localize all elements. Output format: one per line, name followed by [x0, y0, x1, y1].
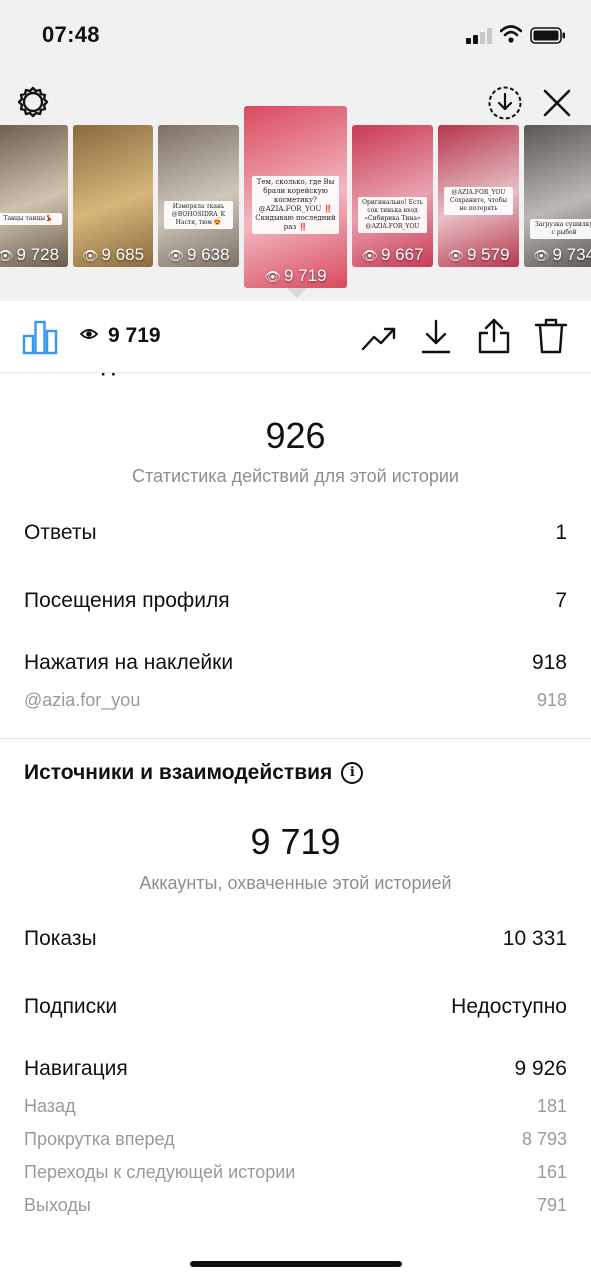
stat-subrow-sticker-account: @azia.for_you 918	[24, 690, 567, 711]
story-thumbnail[interactable]: Измеряла ткань @BOHOSIDRA_K Настя, тюм 😍…	[158, 125, 239, 267]
stat-label: Нажатия на наклейки	[24, 651, 234, 674]
stat-value: 918	[531, 651, 567, 674]
stat-value: 7	[555, 589, 567, 612]
story-thumbnail[interactable]: Оригинально! Есть сок тинька вход «Сибир…	[352, 125, 433, 267]
insights-toolbar: 9 719	[0, 301, 591, 373]
nav-subrow-exits: Выходы 791	[24, 1195, 567, 1216]
story-view-count: 👁 9 638	[167, 245, 230, 264]
story-sticker-text: @AZIA.FOR_YOU Сохраните, чтобы не потеря…	[444, 187, 513, 215]
discovery-total: 9 719	[250, 821, 341, 862]
story-thumbnail[interactable]: Загрузка сушилку с рыбой 👁 9 734	[524, 125, 591, 267]
stat-label: Посещения профиля	[24, 589, 230, 612]
stat-label: Навигация	[24, 1057, 128, 1080]
story-thumbnail[interactable]: @AZIA.FOR_YOU Сохраните, чтобы не потеря…	[438, 125, 519, 267]
stat-label: Ответы	[24, 521, 97, 544]
story-thumbnail-strip[interactable]: Танцы танцы💃 👁 9 728 👁 9 685 Измеряла ткан…	[0, 100, 591, 300]
stat-value: 9 926	[514, 1057, 567, 1080]
stat-value: Недоступно	[451, 995, 567, 1018]
eye-icon: 👁	[361, 248, 378, 263]
wifi-icon	[500, 25, 522, 43]
home-indicator[interactable]	[190, 1261, 402, 1267]
insights-panel[interactable]: Взаимодействия 9 719	[0, 301, 591, 1280]
info-icon[interactable]: i	[341, 762, 364, 784]
story-thumbnail[interactable]: 👁 9 685	[73, 125, 153, 267]
selected-story-pointer	[287, 288, 307, 298]
share-icon[interactable]	[477, 317, 511, 355]
stat-row-impressions: Показы 10 331	[24, 927, 567, 951]
cellular-signal-icon	[466, 28, 492, 44]
eye-icon: 👁	[264, 269, 281, 284]
status-bar: 07:48	[0, 0, 591, 70]
story-view-count: 👁 9 667	[361, 245, 424, 264]
story-sticker-text: Измеряла ткань @BOHOSIDRA_K Настя, тюм 😍	[164, 201, 233, 229]
stat-value: 8 793	[521, 1129, 567, 1149]
download-icon[interactable]	[420, 319, 452, 355]
stat-label: @azia.for_you	[24, 690, 141, 710]
bar-chart-icon[interactable]	[22, 319, 58, 355]
story-view-count: 👁 9 579	[447, 245, 510, 264]
stat-label: Показы	[24, 927, 97, 950]
stat-value: 791	[536, 1195, 567, 1215]
battery-icon	[530, 27, 565, 44]
eye-icon: 👁	[167, 248, 184, 263]
section-divider	[0, 738, 591, 739]
story-view-count: 👁 9 734	[532, 245, 591, 264]
stat-value: 10 331	[502, 927, 567, 950]
eye-icon: 👁	[81, 248, 99, 263]
discovery-heading: Источники и взаимодействия i	[24, 761, 364, 785]
interactions-caption: Статистика действий для этой истории	[132, 466, 459, 486]
stat-label: Переходы к следующей истории	[24, 1162, 296, 1182]
interactions-total: 926	[265, 415, 326, 456]
eye-icon: 👁	[0, 248, 14, 263]
eye-icon: 👁	[532, 248, 550, 263]
status-time: 07:48	[42, 22, 100, 47]
story-view-count: 👁 9 728	[0, 245, 68, 265]
nav-subrow-next-story: Переходы к следующей истории 161	[24, 1162, 567, 1183]
story-thumbnail-selected[interactable]: Тем, сколько, где Вы брали корейскую кос…	[244, 106, 347, 288]
eye-icon	[80, 329, 98, 339]
stat-value: 918	[536, 690, 567, 710]
stat-row-replies: Ответы 1	[24, 521, 567, 545]
stat-label: Прокрутка вперед	[24, 1129, 175, 1149]
eye-icon: 👁	[447, 248, 464, 263]
stat-label: Подписки	[24, 995, 118, 1018]
discovery-heading-text: Источники и взаимодействия	[24, 761, 333, 784]
stat-row-navigation: Навигация 9 926	[24, 1057, 567, 1081]
story-thumbnail[interactable]: Танцы танцы💃 👁 9 728	[0, 125, 68, 267]
stat-label: Назад	[24, 1096, 76, 1116]
toolbar-view-count: 9 719	[108, 324, 161, 347]
nav-subrow-forward: Прокрутка вперед 8 793	[24, 1129, 567, 1150]
stat-row-profile-visits: Посещения профиля 7	[24, 589, 567, 613]
stat-value: 161	[536, 1162, 567, 1182]
trending-icon[interactable]	[361, 323, 397, 353]
stat-row-sticker-taps: Нажатия на наклейки 918	[24, 651, 567, 675]
stat-label: Выходы	[24, 1195, 91, 1215]
stat-value: 1	[555, 521, 567, 544]
story-sticker-text: Загрузка сушилку с рыбой	[530, 219, 591, 239]
story-sticker-text: Тем, сколько, где Вы брали корейскую кос…	[252, 176, 339, 234]
story-sticker-text: Оригинально! Есть сок тинька вход «Сибир…	[358, 197, 427, 233]
story-sticker-text: Танцы танцы💃	[0, 213, 62, 225]
trash-icon[interactable]	[534, 317, 568, 355]
story-view-count: 👁 9 719	[264, 266, 327, 285]
nav-subrow-back: Назад 181	[24, 1096, 567, 1117]
stat-value: 181	[536, 1096, 567, 1116]
story-view-count: 👁 9 685	[81, 245, 145, 264]
discovery-caption: Аккаунты, охваченные этой историей	[139, 873, 452, 893]
stat-row-follows: Подписки Недоступно	[24, 995, 567, 1019]
